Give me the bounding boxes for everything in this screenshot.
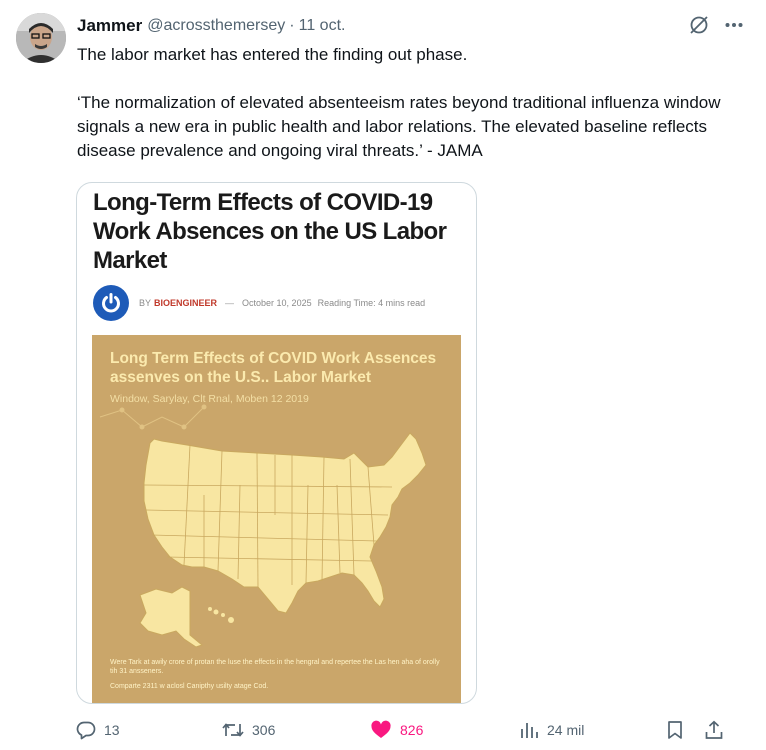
reply-count: 13 (104, 722, 120, 738)
views-chart-icon (521, 723, 538, 738)
views-button[interactable]: 24 mil (519, 720, 584, 740)
like-count: 826 (400, 722, 424, 738)
views-count: 24 mil (547, 722, 585, 738)
us-map-graphic (99, 404, 427, 648)
more-options-icon[interactable] (724, 15, 744, 35)
repost-icon (222, 723, 244, 737)
infographic-source-text: Comparte 2311 w aclosl Canipthy usilty a… (110, 683, 269, 690)
tweet-text-line: The labor market has entered the finding… (77, 45, 468, 64)
repost-button[interactable]: 306 (222, 720, 275, 740)
infographic-subtitle: Window, Sarylay, Clt Rnal, Moben 12 2019 (110, 393, 309, 405)
bookmark-icon (668, 721, 682, 739)
tweet-quote: ‘The normalization of elevated absenteei… (77, 93, 721, 160)
author-avatar[interactable] (16, 13, 66, 63)
article-byline: BY BIOENGINEER — October 10, 2025 Readin… (93, 285, 425, 321)
image-card[interactable]: Long-Term Effects of COVID-19 Work Absen… (76, 182, 477, 704)
reply-button[interactable]: 13 (76, 720, 120, 740)
tweet-header: Jammer @acrossthemersey · 11 oct. (77, 14, 746, 38)
header-separator: · (289, 17, 295, 34)
infographic-title: Long Term Effects of COVID Work Assences… (110, 350, 437, 386)
share-button[interactable] (704, 720, 724, 740)
publisher-logo-icon (93, 285, 129, 321)
avatar-image (16, 13, 66, 63)
article-title: Long-Term Effects of COVID-19 Work Absen… (93, 189, 447, 274)
heart-icon (371, 720, 391, 738)
tweet-date[interactable]: 11 oct. (299, 17, 346, 35)
grok-icon[interactable] (688, 14, 710, 36)
share-icon (705, 720, 723, 739)
byline-prefix: BY (139, 298, 152, 308)
infographic-footer-text: Were Tark at awily crore of protan the l… (110, 659, 440, 675)
header-actions (688, 14, 744, 36)
byline-reading-time: Reading Time: 4 mins read (317, 298, 426, 308)
like-button[interactable]: 826 (370, 720, 423, 740)
author-handle[interactable]: @acrossthemersey (147, 17, 285, 35)
reply-icon (76, 721, 96, 740)
byline-separator: — (225, 298, 235, 308)
bookmark-button[interactable] (666, 720, 684, 740)
repost-count: 306 (252, 722, 276, 738)
byline-author: BIOENGINEER (154, 298, 218, 308)
infographic-image: Long Term Effects of COVID Work Assences… (92, 335, 461, 703)
byline-date: October 10, 2025 (242, 298, 312, 308)
author-name[interactable]: Jammer (77, 16, 142, 36)
tweet-text: The labor market has entered the finding… (77, 43, 747, 163)
tweet-actions: 13 306 826 24 mil (76, 720, 726, 746)
